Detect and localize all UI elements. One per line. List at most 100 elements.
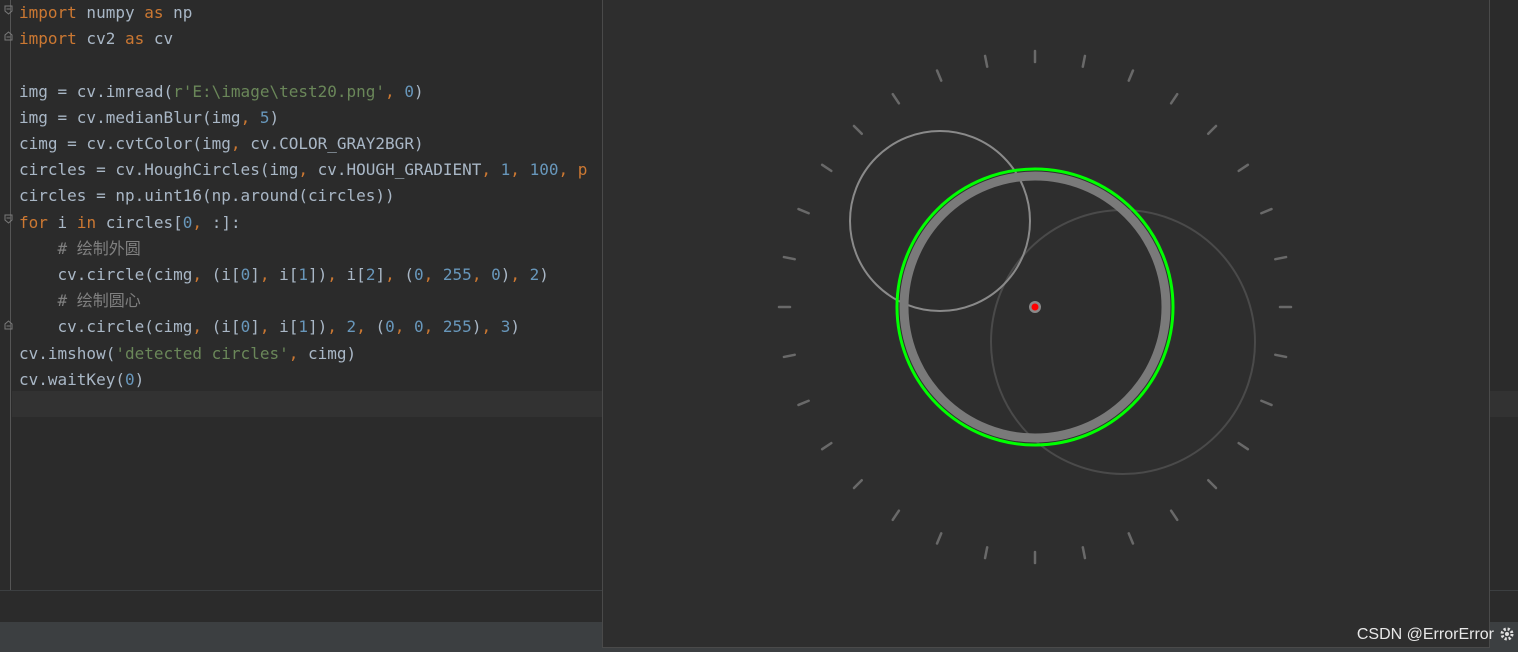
code-token: 2 [529,265,540,284]
code-token: i[ [346,265,366,284]
tick-mark [935,69,943,82]
code-line: cv.waitKey(0) [19,367,144,393]
code-token: circles[ [96,212,183,232]
code-token: , [288,343,308,363]
code-line: # 绘制圆心 [19,288,141,314]
code-line: circles = cv.HoughCircles(img, cv.HOUGH_… [19,157,587,183]
code-token: as [144,3,164,22]
code-token: 0 [385,317,395,337]
tick-mark [852,478,864,490]
tick-mark [1237,441,1250,451]
code-line: for i in circles[0, :]: [19,210,241,236]
code-token: img = cv.medianBlur(img [19,107,241,127]
code-token: 0 [240,265,251,284]
gutter-separator [10,0,11,590]
tick-mark [1081,546,1087,560]
gear-icon[interactable] [1498,625,1516,643]
code-token: cv.COLOR_GRAY2BGR) [250,134,424,153]
code-token: , [192,212,212,232]
code-token: cimg = cv.cvtColor(img [19,134,231,153]
code-token: ]) [308,265,328,284]
code-token: , [394,317,414,337]
code-line: cv.circle(cimg, (i[0], i[1]), 2, (0, 0, … [19,314,520,340]
code-token: , [259,317,280,337]
fold-end-icon[interactable] [4,320,13,330]
code-token: r'E:\image\test20.png' [173,81,386,101]
code-token: , p [558,160,588,180]
code-token: ) [413,81,424,101]
code-line: img = cv.imread(r'E:\image\test20.png', … [19,79,424,105]
code-token: , [230,134,251,153]
watermark-text: CSDN @ErrorError [1356,626,1494,643]
code-token: 1 [298,265,309,284]
detected-circles-window[interactable] [602,0,1490,648]
code-token: 2 [346,317,357,337]
code-token: np [163,3,193,22]
code-token: :]: [211,212,241,232]
code-token: , [327,265,347,284]
code-line: import cv2 as cv [19,26,173,52]
code-line: circles = np.uint16(np.around(circles)) [19,183,395,209]
code-token: 0 [240,317,251,337]
tick-mark [1237,163,1250,173]
code-token: , [481,160,501,180]
code-token: cv [144,29,174,49]
tick-mark [1260,399,1273,407]
code-token: # 绘制圆心 [57,291,141,311]
tick-mark [935,532,943,545]
code-token: , [259,265,280,284]
tick-mark [852,124,864,136]
code-token: , [510,160,530,180]
code-token: 0 [404,81,414,101]
code-line: img = cv.medianBlur(img, 5) [19,105,279,131]
code-token: 0 [182,212,193,232]
code-token: , [356,317,376,337]
code-token: ) [269,107,280,127]
code-token: import [19,3,77,22]
code-token: import [19,29,77,49]
code-token: , [471,265,492,284]
fold-start-icon[interactable] [4,5,13,15]
code-token: , [298,160,318,180]
code-token: cv2 [76,29,125,49]
fold-start-icon[interactable] [4,214,13,224]
tick-mark [797,399,810,407]
code-token: (i[ [211,317,241,337]
code-token: , [385,265,405,284]
code-token: ) [500,265,511,284]
code-line: cv.circle(cimg, (i[0], i[1]), i[2], (0, … [19,262,549,288]
code-line: import numpy as np [19,0,192,26]
tick-mark [983,546,989,560]
code-token: ( [375,317,386,337]
code-line: cv.imshow('detected circles', cimg) [19,341,356,367]
tick-mark [1260,207,1273,215]
code-token: 3 [500,317,511,337]
tick-mark [782,353,796,359]
code-token: cv.waitKey( [19,369,125,389]
code-token: ] [250,265,260,284]
code-token: 0 [491,265,501,284]
fold-end-icon[interactable] [4,31,13,41]
tick-mark [820,441,833,451]
code-token: 0 [414,317,424,337]
tick-mark [797,207,810,215]
code-token: ) [134,369,145,389]
code-token: 1 [500,160,511,180]
code-token: cv.circle(cimg [19,317,193,337]
code-token: circles = np.uint16(np.around(circles)) [19,186,395,206]
code-token: , [423,317,443,337]
code-token: cv.circle(cimg [19,265,193,284]
detected-circles-image [777,49,1293,565]
code-token: for [19,212,48,232]
tick-mark [1169,509,1179,522]
tick-mark [983,54,989,68]
code-token: ) [471,317,482,337]
code-token: , [327,317,347,337]
code-token: cv.imshow( [19,343,116,363]
detected-circle-center [1031,303,1039,311]
tick-mark [1274,353,1288,359]
tick-mark [1206,124,1218,136]
code-token: 255 [442,265,472,284]
code-token: # 绘制外圆 [57,238,141,258]
code-token: as [124,29,145,49]
